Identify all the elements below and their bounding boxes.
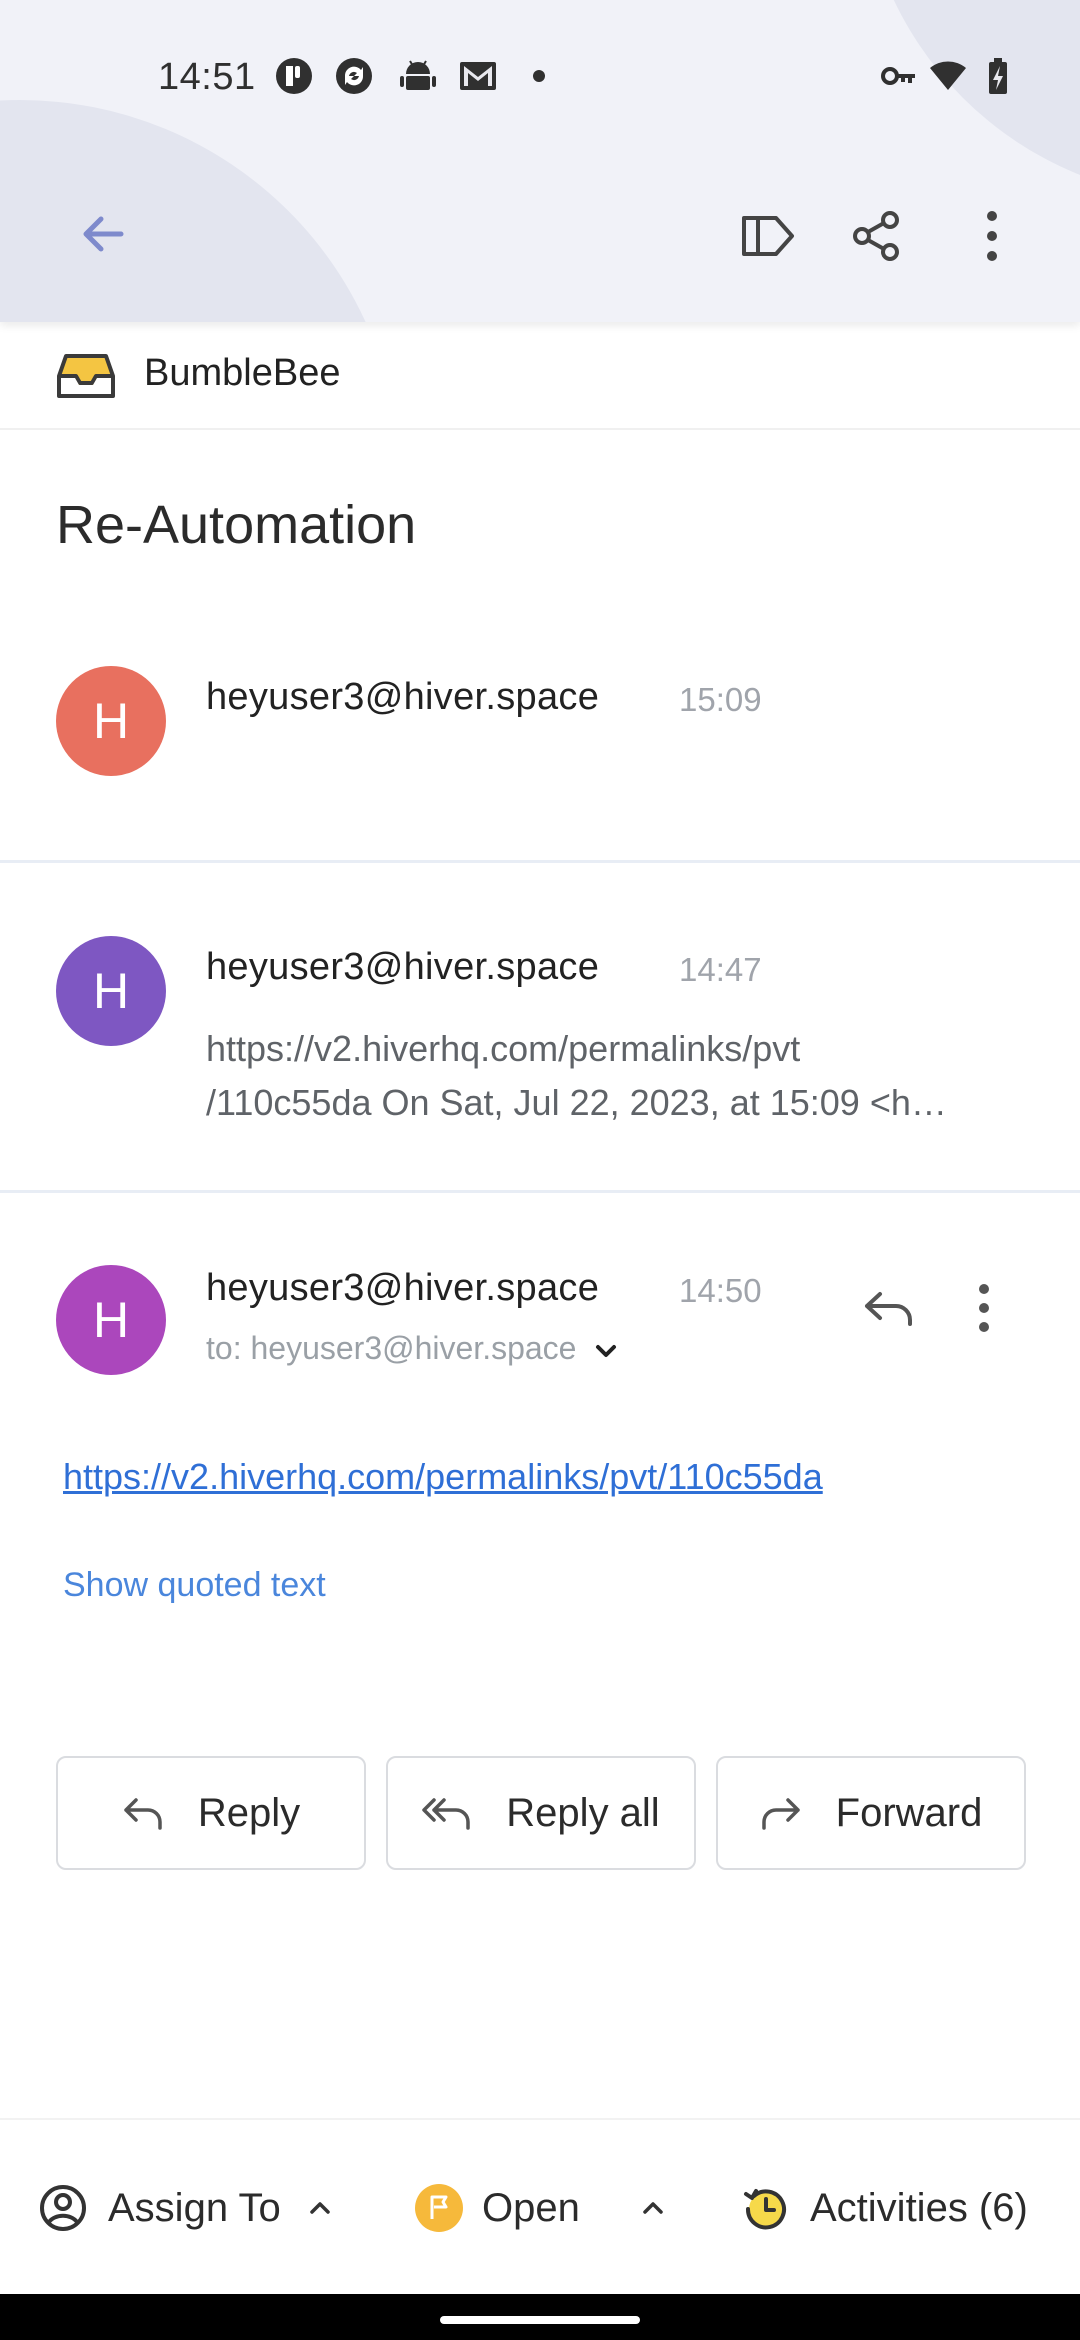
message-more-button[interactable] xyxy=(944,1268,1024,1348)
account-circle-icon xyxy=(40,2185,86,2231)
back-button[interactable] xyxy=(63,194,143,274)
message-sender: heyuser3@hiver.space xyxy=(206,676,600,718)
flag-status-icon xyxy=(415,2184,463,2232)
reply-label: Reply xyxy=(197,1790,301,1835)
more-vert-icon xyxy=(979,1284,989,1332)
message-time: 14:50 xyxy=(679,1272,762,1309)
activities-button[interactable]: Activities (6) xyxy=(738,2170,1028,2246)
message-time: 15:09 xyxy=(679,681,762,718)
sync-app-icon xyxy=(336,58,372,94)
reply-all-label: Reply all xyxy=(506,1790,660,1835)
chevron-up-icon xyxy=(309,2202,330,2214)
share-button[interactable] xyxy=(836,196,916,276)
message-snippet: https://v2.hiverhq.com/permalinks/pvt /1… xyxy=(206,1022,1080,1130)
assign-to-button[interactable]: Assign To xyxy=(38,2170,333,2246)
activities-label: Activities (6) xyxy=(810,2185,1028,2230)
message-sender: heyuser3@hiver.space xyxy=(206,1267,600,1309)
vpn-key-icon xyxy=(881,67,915,85)
snippet-line: https://v2.hiverhq.com/permalinks/pvt xyxy=(206,1028,801,1069)
divider xyxy=(0,1190,1080,1193)
recipients-toggle[interactable]: to: heyuser3@hiver.space xyxy=(206,1330,619,1367)
android-icon xyxy=(400,60,436,90)
avatar: H xyxy=(56,666,166,776)
show-quoted-text-link[interactable]: Show quoted text xyxy=(63,1566,326,1605)
history-icon xyxy=(744,2189,786,2230)
notification-app-icon xyxy=(276,58,312,94)
app-header: 14:51 xyxy=(0,0,1080,322)
reply-all-icon xyxy=(422,1798,471,1830)
chevron-up-icon xyxy=(643,2202,663,2214)
arrow-back-icon xyxy=(83,216,124,252)
inbox-name: BumbleBee xyxy=(144,352,341,394)
more-notifications-dot xyxy=(533,70,545,82)
avatar: H xyxy=(56,936,166,1046)
more-vert-icon xyxy=(987,211,997,261)
snippet-line: /110c55da On Sat, Jul 22, 2023, at 15:09… xyxy=(206,1082,947,1123)
avatar: H xyxy=(56,1265,166,1375)
reply-icon xyxy=(865,1292,912,1326)
assign-to-label: Assign To xyxy=(108,2185,281,2230)
battery-charging-icon xyxy=(989,58,1007,94)
status-time: 14:51 xyxy=(158,56,256,98)
inbox-icon xyxy=(57,354,115,398)
bottom-action-bar: Assign To Open Activities (6) xyxy=(0,2118,1080,2294)
label-icon xyxy=(742,216,794,256)
reply-message-button[interactable] xyxy=(848,1268,928,1348)
share-icon xyxy=(853,211,899,261)
reply-button[interactable]: Reply xyxy=(56,1756,366,1870)
home-gesture-handle[interactable] xyxy=(440,2316,640,2324)
divider xyxy=(0,860,1080,863)
overflow-menu-button[interactable] xyxy=(952,196,1032,276)
forward-label: Forward xyxy=(835,1790,983,1835)
chevron-down-icon xyxy=(596,1344,617,1357)
message-sender: heyuser3@hiver.space xyxy=(206,946,600,988)
reply-all-button[interactable]: Reply all xyxy=(386,1756,696,1870)
message-body-link[interactable]: https://v2.hiverhq.com/permalinks/pvt/11… xyxy=(63,1456,823,1498)
recipients-text: to: heyuser3@hiver.space xyxy=(206,1330,577,1366)
label-button[interactable] xyxy=(728,196,808,276)
wifi-icon xyxy=(930,61,966,90)
reply-icon xyxy=(124,1798,162,1830)
message-time: 14:47 xyxy=(679,951,762,988)
gmail-icon xyxy=(460,62,496,90)
status-bar: 14:51 xyxy=(0,40,1080,112)
status-button[interactable]: Open xyxy=(414,2170,666,2246)
status-label: Open xyxy=(482,2185,580,2230)
forward-icon xyxy=(761,1798,800,1830)
email-subject: Re-Automation xyxy=(56,495,417,555)
forward-button[interactable]: Forward xyxy=(716,1756,1026,1870)
inbox-row[interactable]: BumbleBee xyxy=(0,322,1080,430)
